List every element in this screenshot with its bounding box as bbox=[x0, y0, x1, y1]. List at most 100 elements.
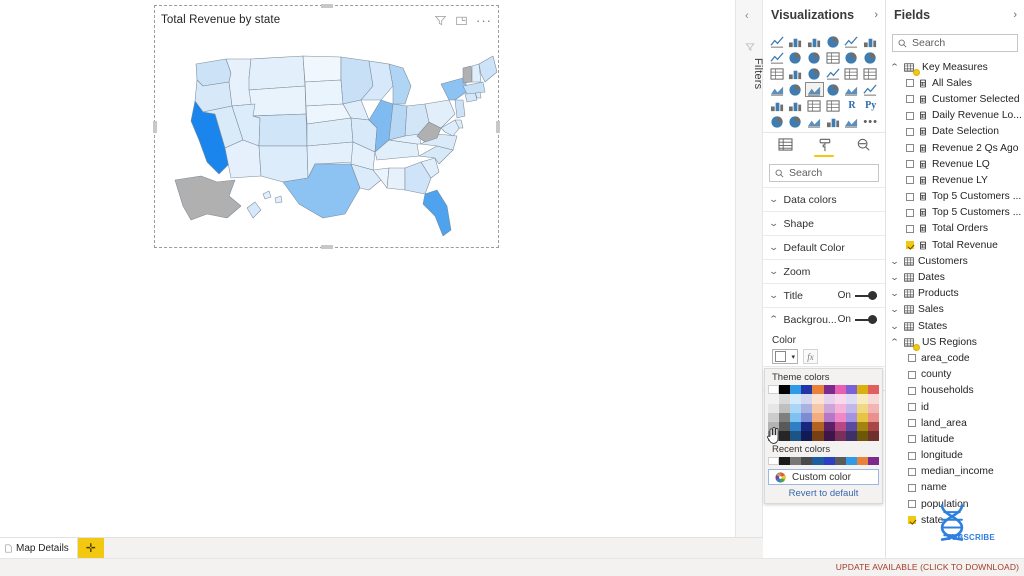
chevron-down-icon[interactable]: ⌄ bbox=[890, 256, 902, 267]
stacked-area-chart-icon[interactable] bbox=[805, 50, 824, 65]
recent-color-swatch[interactable] bbox=[823, 456, 835, 466]
format-tab[interactable] bbox=[813, 138, 835, 160]
color-swatch[interactable] bbox=[867, 394, 879, 404]
field-checkbox[interactable] bbox=[908, 451, 916, 460]
color-swatch[interactable] bbox=[823, 394, 835, 404]
color-swatch[interactable] bbox=[801, 385, 813, 395]
field-checkbox[interactable] bbox=[908, 354, 916, 363]
field-item-name[interactable]: name bbox=[886, 480, 1024, 496]
color-swatch[interactable] bbox=[834, 403, 846, 413]
page-tab-map-details[interactable]: Map Details bbox=[0, 538, 78, 558]
recent-color-swatch[interactable] bbox=[856, 456, 868, 466]
update-available-message[interactable]: UPDATE AVAILABLE (CLICK TO DOWNLOAD) bbox=[836, 562, 1019, 572]
format-section-backgrou[interactable]: ⌃ Backgrou... On bbox=[763, 307, 885, 331]
color-swatch[interactable] bbox=[768, 412, 780, 423]
color-swatch[interactable] bbox=[768, 394, 780, 404]
filled-map-icon[interactable] bbox=[787, 82, 806, 97]
color-swatch[interactable] bbox=[812, 403, 824, 413]
pane-tabs[interactable] bbox=[763, 133, 885, 160]
color-swatch[interactable] bbox=[779, 394, 791, 404]
field-checkbox[interactable] bbox=[908, 386, 916, 395]
treemap-icon[interactable] bbox=[861, 66, 880, 81]
color-swatch[interactable] bbox=[779, 412, 791, 423]
color-swatch[interactable] bbox=[856, 394, 868, 404]
revert-to-default-link[interactable]: Revert to default bbox=[765, 485, 882, 503]
field-item-revenue-2-qs-ago[interactable]: Revenue 2 Qs Ago bbox=[886, 140, 1024, 156]
matrix-icon[interactable] bbox=[861, 82, 880, 97]
color-swatch[interactable] bbox=[790, 412, 802, 423]
color-swatch[interactable] bbox=[834, 422, 846, 432]
recent-color-swatch[interactable] bbox=[768, 456, 780, 466]
field-item-all-sales[interactable]: All Sales bbox=[886, 75, 1024, 91]
color-swatch[interactable] bbox=[823, 403, 835, 413]
chevron-down-icon[interactable]: ⌄ bbox=[890, 272, 902, 283]
chevron-down-icon[interactable]: ⌄ bbox=[890, 304, 902, 315]
field-item-total-revenue[interactable]: Total Revenue bbox=[886, 237, 1024, 253]
multi-row-card-icon[interactable] bbox=[787, 98, 806, 113]
usa-choropleth-map[interactable] bbox=[155, 28, 498, 243]
color-swatch[interactable] bbox=[823, 385, 835, 395]
field-item-revenue-ly[interactable]: Revenue LY bbox=[886, 172, 1024, 188]
report-canvas[interactable]: Total Revenue by state ··· bbox=[0, 0, 735, 537]
line-chart-icon[interactable] bbox=[768, 50, 787, 65]
color-swatch[interactable] bbox=[790, 385, 802, 395]
field-item-top-5-customers[interactable]: Top 5 Customers ... bbox=[886, 205, 1024, 221]
field-item-revenue-lq[interactable]: Revenue LQ bbox=[886, 156, 1024, 172]
waterfall-chart-icon[interactable] bbox=[768, 66, 787, 81]
field-checkbox[interactable] bbox=[906, 224, 914, 233]
theme-colors-row[interactable] bbox=[765, 394, 882, 404]
color-swatch[interactable] bbox=[812, 431, 824, 441]
theme-colors-row[interactable] bbox=[765, 403, 882, 413]
color-swatch[interactable] bbox=[867, 403, 879, 413]
field-item-households[interactable]: households bbox=[886, 383, 1024, 399]
filters-pane-collapsed[interactable]: ‹ Filters bbox=[735, 0, 764, 537]
theme-colors-row[interactable] bbox=[765, 422, 882, 432]
chevron-up-icon[interactable]: ⌃ bbox=[890, 62, 902, 73]
color-swatch[interactable] bbox=[768, 422, 780, 432]
color-swatch[interactable] bbox=[845, 431, 857, 441]
fields-group-dates[interactable]: ⌄ Dates bbox=[886, 269, 1024, 285]
key-influencers-icon[interactable] bbox=[768, 114, 787, 129]
format-section-default-color[interactable]: ⌄ Default Color bbox=[763, 235, 885, 259]
fields-group-states[interactable]: ⌄ States bbox=[886, 318, 1024, 334]
custom-color-button[interactable]: Custom color bbox=[768, 469, 879, 486]
field-item-median-income[interactable]: median_income bbox=[886, 464, 1024, 480]
conditional-formatting-button[interactable]: fx bbox=[803, 349, 818, 364]
color-swatch[interactable] bbox=[856, 403, 868, 413]
field-item-id[interactable]: id bbox=[886, 399, 1024, 415]
recent-color-swatch[interactable] bbox=[790, 456, 802, 466]
chevron-down-icon[interactable]: ⌄ bbox=[769, 266, 779, 277]
clustered-bar-chart-icon[interactable] bbox=[805, 34, 824, 49]
scatter-chart-icon[interactable] bbox=[805, 66, 824, 81]
color-swatch[interactable] bbox=[867, 412, 879, 423]
field-checkbox[interactable] bbox=[908, 483, 916, 492]
clustered-column-chart-icon[interactable] bbox=[824, 34, 843, 49]
color-swatch[interactable] bbox=[845, 412, 857, 423]
color-swatch[interactable] bbox=[801, 431, 813, 441]
field-checkbox[interactable] bbox=[906, 192, 914, 201]
field-item-top-5-customers[interactable]: Top 5 Customers ... bbox=[886, 189, 1024, 205]
recent-color-swatch[interactable] bbox=[867, 456, 879, 466]
more-visuals-icon[interactable]: ••• bbox=[861, 114, 880, 129]
color-swatch[interactable] bbox=[812, 422, 824, 432]
chevron-down-icon[interactable]: ⌄ bbox=[890, 321, 902, 332]
line-and-clustered-column-chart-icon[interactable] bbox=[843, 50, 862, 65]
toggle-switch[interactable] bbox=[855, 291, 877, 300]
field-item-longitude[interactable]: longitude bbox=[886, 448, 1024, 464]
recent-color-swatch[interactable] bbox=[834, 456, 846, 466]
funnel-chart-icon[interactable] bbox=[787, 66, 806, 81]
field-checkbox[interactable] bbox=[906, 241, 914, 250]
field-item-daily-revenue-lo[interactable]: Daily Revenue Lo... bbox=[886, 108, 1024, 124]
toggle-switch[interactable] bbox=[855, 315, 877, 324]
chevron-down-icon[interactable]: ⌄ bbox=[890, 288, 902, 299]
field-checkbox[interactable] bbox=[906, 144, 914, 153]
color-swatch[interactable] bbox=[812, 394, 824, 404]
chevron-up-icon[interactable]: ⌃ bbox=[890, 337, 902, 348]
add-page-button[interactable]: ✛ bbox=[77, 538, 104, 558]
chevron-down-icon[interactable]: ⌄ bbox=[769, 242, 779, 253]
field-checkbox[interactable] bbox=[908, 370, 916, 379]
fields-tree[interactable]: ⌃ Key Measures All Sales Customer Selected D… bbox=[886, 57, 1024, 528]
recent-color-swatch[interactable] bbox=[845, 456, 857, 466]
visualization-type-grid[interactable]: R Py ••• bbox=[763, 30, 885, 132]
field-checkbox[interactable] bbox=[906, 95, 914, 104]
